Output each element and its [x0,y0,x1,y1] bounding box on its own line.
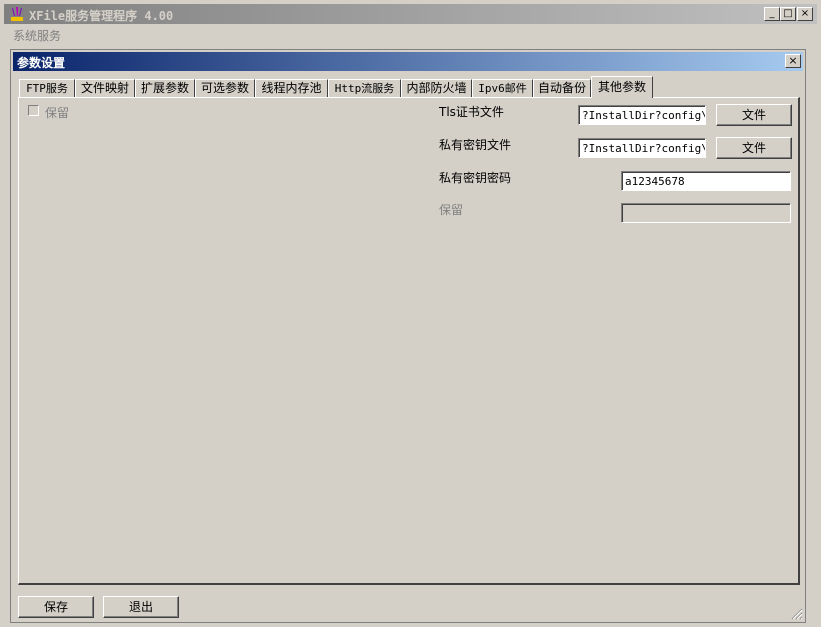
reserve-field [621,203,791,223]
maximize-button[interactable]: □ [780,7,796,21]
exit-button[interactable]: 退出 [103,596,179,618]
tls-cert-label: Tls证书文件 [439,105,504,119]
menu-bar: 系统服务 [4,25,817,43]
dialog-close-button[interactable]: × [785,54,801,68]
maximize-icon: □ [783,8,793,19]
menu-system-service[interactable]: 系统服务 [13,27,61,44]
tab-thread-pool[interactable]: 线程内存池 [255,79,328,97]
private-key-field[interactable]: ?InstallDir?config\se [578,138,706,158]
key-password-field[interactable]: a12345678 [621,171,791,191]
dialog-titlebar[interactable]: 参数设置 × [13,52,803,71]
tab-optional-params[interactable]: 可选参数 [195,79,255,97]
tls-cert-file-button[interactable]: 文件 [716,104,792,126]
settings-dialog: 参数设置 × FTP服务 文件映射 扩展参数 可选参数 线程内存池 Http流服… [10,49,806,623]
main-window: XFile服务管理程序 4.00 _ □ × 系统服务 参数设置 × FTP服务… [0,0,821,627]
tls-cert-field[interactable]: ?InstallDir?config\01 [578,105,706,125]
tab-ftp-service[interactable]: FTP服务 [19,79,75,97]
close-icon: × [800,8,810,19]
close-icon: × [788,54,798,67]
tab-auto-backup[interactable]: 自动备份 [533,79,591,97]
minimize-button[interactable]: _ [764,7,780,21]
private-key-label: 私有密钥文件 [439,138,512,152]
app-title: XFile服务管理程序 4.00 [29,9,174,23]
private-key-file-button[interactable]: 文件 [716,137,792,159]
minimize-icon: _ [769,8,775,19]
tab-file-mapping[interactable]: 文件映射 [75,79,135,97]
tab-firewall[interactable]: 内部防火墙 [401,79,472,97]
close-button[interactable]: × [797,7,813,21]
app-titlebar[interactable]: XFile服务管理程序 4.00 _ □ × [4,4,817,24]
app-logo-icon [11,7,23,21]
tab-extended-params[interactable]: 扩展参数 [135,79,195,97]
tab-http-stream[interactable]: Http流服务 [328,79,401,97]
checkbox-box[interactable] [28,105,39,116]
tab-panel-other-params: 保留 Tls证书文件 ?InstallDir?config\01 文件 私有密钥… [18,97,800,585]
resize-grip-icon[interactable] [791,608,803,620]
reserve-label: 保留 [439,203,464,217]
tab-other-params[interactable]: 其他参数 [591,76,653,98]
save-button[interactable]: 保存 [18,596,94,618]
key-password-label: 私有密钥密码 [439,171,512,185]
dialog-title: 参数设置 [17,56,66,70]
reserve-checkbox-label: 保留 [45,106,70,120]
tab-ipv6-mail[interactable]: Ipv6邮件 [472,79,533,97]
